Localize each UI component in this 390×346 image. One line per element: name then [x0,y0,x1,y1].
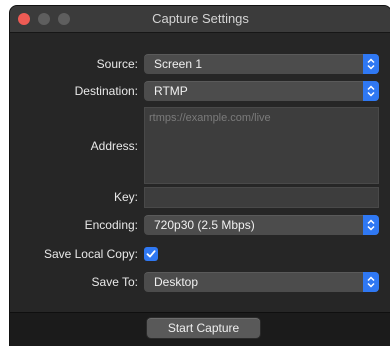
source-label: Source: [96,57,138,71]
key-label: Key: [113,190,138,204]
source-popup[interactable]: Screen 1 [144,54,379,74]
save-to-label: Save To: [91,275,138,289]
key-field[interactable] [144,187,379,208]
save-to-popup[interactable]: Desktop [144,272,379,292]
chevron-up-down-icon [363,272,379,292]
chevron-up-down-icon [363,54,379,74]
source-value: Screen 1 [154,57,203,71]
encoding-value: 720p30 (2.5 Mbps) [154,218,255,232]
encoding-popup[interactable]: 720p30 (2.5 Mbps) [144,215,379,235]
destination-label: Destination: [74,84,138,98]
chevron-up-down-icon [363,215,379,235]
capture-settings-window: Capture Settings Source: Screen 1 Destin… [10,6,390,346]
checkmark-icon [146,250,156,258]
chevron-up-down-icon [363,81,379,101]
destination-value: RTMP [154,84,188,98]
title-bar: Capture Settings [10,6,390,33]
destination-popup[interactable]: RTMP [144,81,379,101]
address-field[interactable]: rtmps://example.com/live [144,107,379,184]
address-label: Address: [90,139,138,153]
save-to-value: Desktop [154,275,199,289]
address-placeholder: rtmps://example.com/live [149,112,271,124]
window-title: Capture Settings [152,11,249,26]
save-local-copy-label: Save Local Copy: [43,247,138,261]
save-local-copy-checkbox[interactable] [144,247,158,261]
encoding-label: Encoding: [84,218,138,232]
start-capture-button[interactable]: Start Capture [147,318,260,338]
